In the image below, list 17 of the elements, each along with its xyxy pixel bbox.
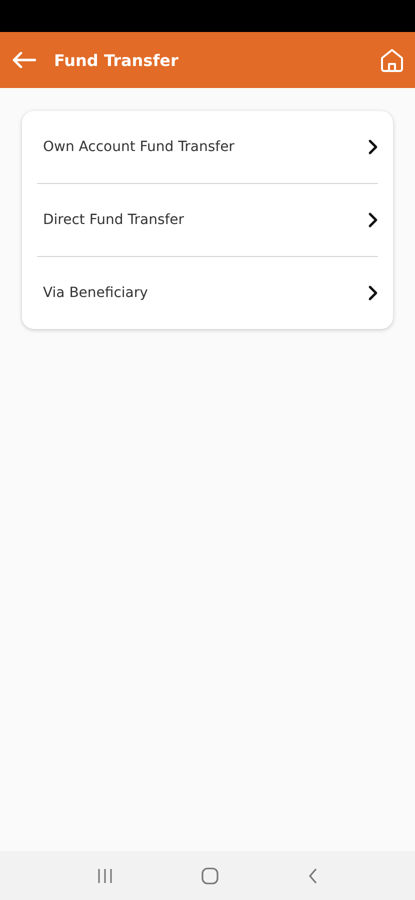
menu-item[interactable]: Direct Fund Transfer — [37, 184, 378, 257]
home-button[interactable] — [379, 47, 405, 73]
recent-apps-icon[interactable] — [96, 868, 112, 884]
menu-item[interactable]: Own Account Fund Transfer — [37, 111, 378, 184]
menu-item-label: Own Account Fund Transfer — [43, 139, 234, 155]
home-nav-icon[interactable] — [200, 866, 218, 884]
home-icon — [379, 47, 405, 73]
back-arrow-icon — [12, 52, 36, 68]
back-nav-icon[interactable] — [306, 868, 318, 884]
back-button[interactable] — [12, 52, 36, 68]
menu-item-label: Via Beneficiary — [43, 285, 148, 301]
chevron-right-icon — [368, 285, 378, 301]
page-title: Fund Transfer — [54, 50, 180, 70]
chevron-right-icon — [368, 139, 378, 155]
menu-item[interactable]: Via Beneficiary — [37, 257, 378, 329]
menu-item-label: Direct Fund Transfer — [43, 212, 184, 228]
chevron-right-icon — [368, 212, 378, 228]
